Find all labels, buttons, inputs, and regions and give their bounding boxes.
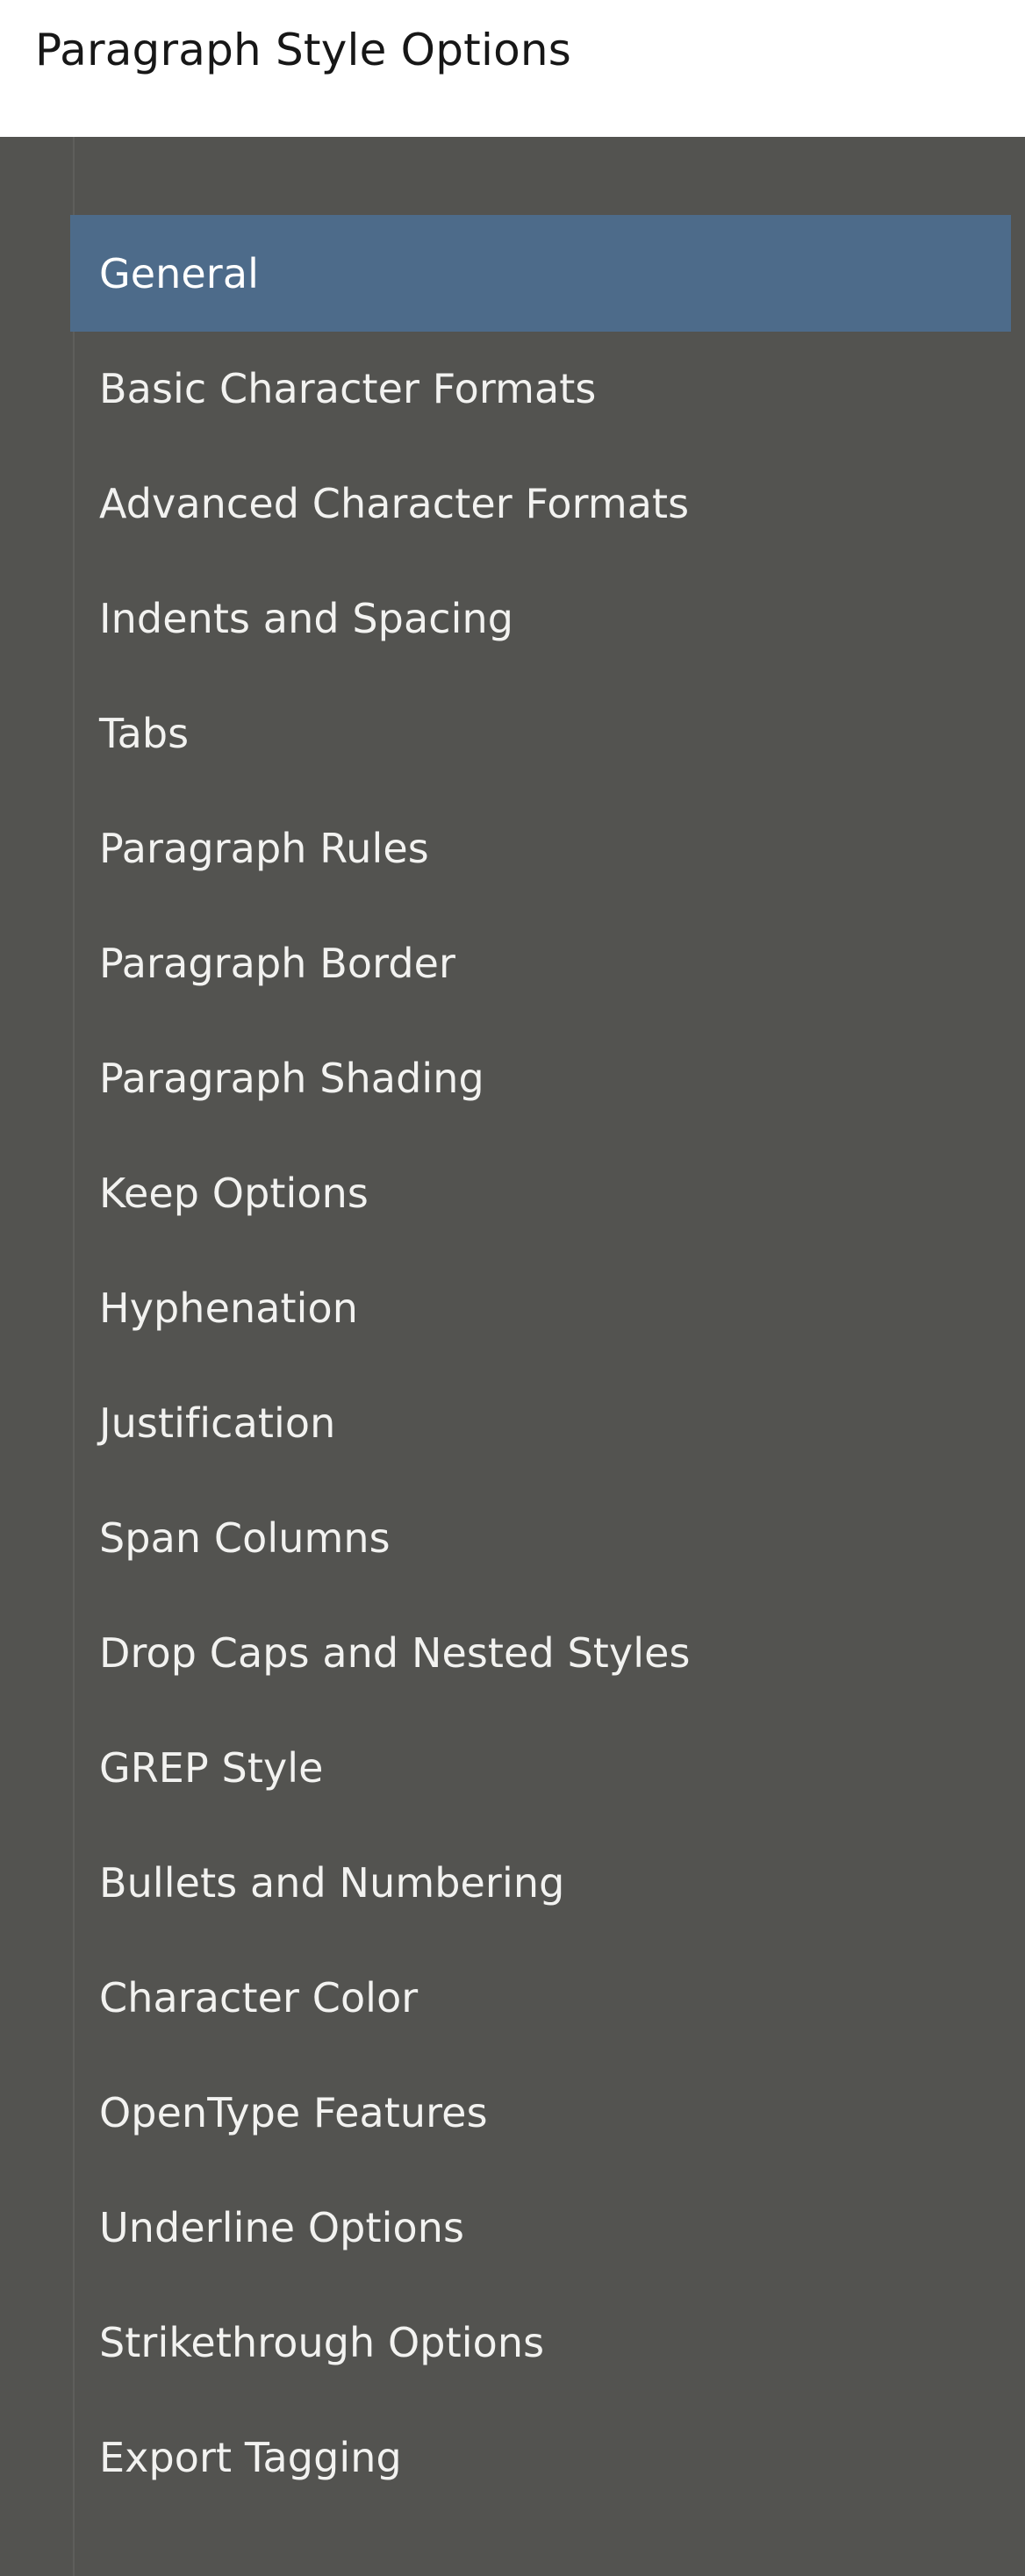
dialog-titlebar: Paragraph Style Options (0, 0, 1025, 137)
category-item-paragraph-shading[interactable]: Paragraph Shading (70, 1020, 1011, 1136)
category-item-paragraph-border[interactable]: Paragraph Border (70, 905, 1011, 1021)
category-item-advanced-character-formats[interactable]: Advanced Character Formats (70, 445, 1011, 562)
category-item-label: Justification (99, 1399, 336, 1447)
category-item-hyphenation[interactable]: Hyphenation (70, 1249, 1011, 1366)
category-item-opentype-features[interactable]: OpenType Features (70, 2054, 1011, 2171)
category-item-label: General (99, 249, 259, 297)
dialog-title: Paragraph Style Options (35, 25, 571, 75)
category-item-drop-caps-and-nested-styles[interactable]: Drop Caps and Nested Styles (70, 1594, 1011, 1711)
dialog-body-panel: General Basic Character Formats Advanced C… (0, 137, 1025, 2576)
category-item-label: Keep Options (99, 1169, 369, 1217)
category-item-character-color[interactable]: Character Color (70, 1939, 1011, 2056)
category-item-label: Paragraph Border (99, 939, 456, 987)
category-item-label: Basic Character Formats (99, 364, 597, 412)
category-item-label: OpenType Features (99, 2088, 488, 2136)
category-item-general[interactable]: General (70, 215, 1011, 332)
category-item-keep-options[interactable]: Keep Options (70, 1134, 1011, 1251)
category-item-label: Underline Options (99, 2203, 465, 2251)
category-item-bullets-and-numbering[interactable]: Bullets and Numbering (70, 1824, 1011, 1941)
category-list: General Basic Character Formats Advanced C… (0, 137, 1025, 2576)
category-item-label: Indents and Spacing (99, 594, 514, 642)
category-item-label: Span Columns (99, 1513, 391, 1562)
category-item-label: Advanced Character Formats (99, 479, 690, 527)
category-item-label: GREP Style (99, 1743, 324, 1792)
category-item-grep-style[interactable]: GREP Style (70, 1709, 1011, 1826)
category-item-basic-character-formats[interactable]: Basic Character Formats (70, 330, 1011, 447)
category-item-label: Paragraph Shading (99, 1054, 484, 1102)
category-item-label: Drop Caps and Nested Styles (99, 1628, 691, 1677)
category-item-paragraph-rules[interactable]: Paragraph Rules (70, 790, 1011, 906)
category-item-export-tagging[interactable]: Export Tagging (70, 2399, 1011, 2515)
category-item-label: Hyphenation (99, 1284, 359, 1332)
category-item-justification[interactable]: Justification (70, 1364, 1011, 1481)
category-item-span-columns[interactable]: Span Columns (70, 1479, 1011, 1596)
category-item-strikethrough-options[interactable]: Strikethrough Options (70, 2284, 1011, 2401)
category-item-label: Character Color (99, 1973, 419, 2021)
category-item-label: Bullets and Numbering (99, 1858, 565, 1907)
paragraph-style-options-dialog: Paragraph Style Options General Basic Cha… (0, 0, 1025, 2576)
category-item-label: Paragraph Rules (99, 824, 429, 872)
category-item-label: Strikethrough Options (99, 2318, 545, 2366)
category-item-indents-and-spacing[interactable]: Indents and Spacing (70, 560, 1011, 676)
category-item-label: Tabs (99, 709, 190, 757)
category-item-underline-options[interactable]: Underline Options (70, 2169, 1011, 2286)
category-item-label: Export Tagging (99, 2433, 402, 2481)
category-item-tabs[interactable]: Tabs (70, 675, 1011, 791)
